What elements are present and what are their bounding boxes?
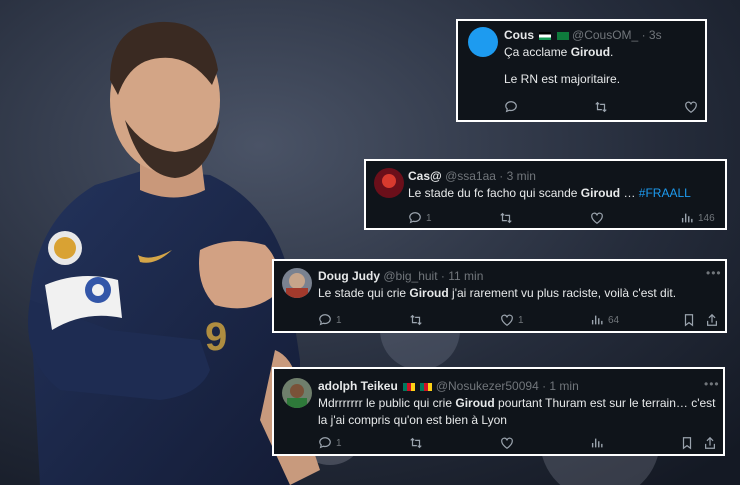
tweet-card-1[interactable]: Cous @CousOM_ · 3s Ça acclame Giroud. Le…	[456, 19, 707, 122]
tweet-card-4[interactable]: adolph Teikeu @Nosukezer50094 · 1 min ••…	[272, 367, 725, 456]
reply-icon	[505, 101, 517, 113]
reply-count: 1	[426, 212, 432, 224]
author-handle[interactable]: @CousOM_	[572, 28, 638, 42]
tweet-text-part: Mdrrrrrrr le public qui crie	[318, 396, 456, 410]
like-icon	[501, 437, 513, 449]
avatar[interactable]	[468, 27, 498, 57]
tweet-text-part: …	[620, 186, 639, 200]
like-count: 1	[518, 314, 524, 326]
tweet-text-part: Ça acclame	[504, 45, 571, 59]
tweet-text-part: j'ai rarement vu plus raciste, voilà c'e…	[448, 286, 677, 300]
views-button[interactable]	[590, 436, 604, 450]
tweet-text-part: pourtant Thuram est sur le terrain… c'es…	[494, 396, 716, 410]
author-handle[interactable]: @Nosukezer50094	[436, 379, 539, 393]
tweet-text: Le stade du fc facho qui scande Giroud ……	[408, 185, 691, 202]
more-options-button[interactable]: •••	[706, 266, 722, 280]
views-count: 146	[698, 212, 715, 224]
highlight-keyword: Giroud	[409, 286, 449, 300]
retweet-button[interactable]	[594, 100, 608, 114]
views-icon	[681, 213, 693, 223]
highlight-keyword: Giroud	[455, 396, 495, 410]
retweet-button[interactable]	[409, 436, 423, 450]
like-button[interactable]: 1	[500, 313, 524, 327]
reply-button[interactable]	[504, 100, 518, 114]
share-button[interactable]	[705, 313, 719, 327]
views-count: 64	[608, 314, 620, 326]
bookmark-button[interactable]	[680, 436, 694, 450]
share-icon	[705, 436, 715, 449]
flag-cameroon-icon	[420, 382, 433, 391]
bookmark-icon	[682, 437, 692, 450]
reply-button[interactable]: 1	[318, 313, 342, 327]
more-options-button[interactable]: •••	[704, 377, 720, 391]
reply-count: 1	[336, 437, 342, 449]
author-name[interactable]: Cous	[504, 28, 534, 42]
more-icon: •••	[704, 377, 720, 391]
retweet-icon	[500, 212, 512, 224]
hashtag-link[interactable]: #FRAALL	[639, 186, 691, 200]
more-icon: •••	[706, 266, 722, 280]
tweet-text-part: Le stade du fc facho qui scande	[408, 186, 581, 200]
avatar[interactable]	[374, 168, 404, 198]
tweet-header: Doug Judy @big_huit · 11 min	[318, 269, 483, 283]
author-handle[interactable]: @big_huit	[383, 269, 437, 283]
retweet-button[interactable]	[499, 211, 513, 225]
tweet-time[interactable]: · 11 min	[441, 269, 483, 283]
reply-button[interactable]: 1	[408, 211, 432, 225]
like-button[interactable]	[590, 211, 604, 225]
views-icon	[591, 315, 603, 325]
tweet-text-part: Le RN est majoritaire.	[504, 72, 621, 86]
tweet-text-part: la j'ai compris qu'on est bien à Lyon	[318, 413, 507, 427]
highlight-keyword: Giroud	[570, 45, 611, 59]
tweet-text: Ça acclame Giroud. Le RN est majoritaire…	[504, 44, 620, 88]
reply-icon	[409, 212, 421, 224]
reply-count: 1	[336, 314, 342, 326]
views-button[interactable]: 146	[680, 211, 715, 225]
tweet-card-2[interactable]: Cas@ @ssa1aa · 3 min Le stade du fc fach…	[364, 159, 727, 230]
author-name[interactable]: Doug Judy	[318, 269, 380, 283]
flag-saudi-icon	[556, 31, 569, 40]
tweet-header: Cous @CousOM_ · 3s	[504, 28, 662, 42]
reply-icon	[319, 437, 331, 449]
tweet-card-3[interactable]: Doug Judy @big_huit · 11 min ••• Le stad…	[272, 259, 727, 333]
like-icon	[685, 101, 697, 113]
share-button[interactable]	[703, 436, 717, 450]
svg-text:9: 9	[205, 315, 227, 359]
tweet-text: Mdrrrrrrr le public qui crie Giroud pour…	[318, 395, 718, 429]
like-icon	[501, 314, 513, 326]
author-handle[interactable]: @ssa1aa	[445, 169, 496, 183]
author-name[interactable]: Cas@	[408, 169, 442, 183]
tweet-time[interactable]: · 3s	[642, 28, 662, 42]
retweet-icon	[595, 101, 607, 113]
tweet-time[interactable]: · 1 min	[542, 379, 579, 393]
tweet-time[interactable]: · 3 min	[499, 169, 536, 183]
views-icon	[591, 438, 603, 448]
retweet-button[interactable]	[409, 313, 423, 327]
flag-palestine-icon	[539, 31, 552, 40]
tweet-header: adolph Teikeu @Nosukezer50094 · 1 min	[318, 379, 579, 393]
share-icon	[707, 313, 717, 326]
tweet-header: Cas@ @ssa1aa · 3 min	[408, 169, 536, 183]
avatar[interactable]	[282, 268, 312, 298]
avatar[interactable]	[282, 378, 312, 408]
tweet-text-part: .	[610, 45, 614, 59]
like-icon	[591, 212, 603, 224]
author-name[interactable]: adolph Teikeu	[318, 379, 398, 393]
bookmark-icon	[684, 314, 694, 327]
retweet-icon	[410, 437, 422, 449]
flag-cameroon-icon	[403, 382, 416, 391]
like-button[interactable]	[500, 436, 514, 450]
like-button[interactable]	[684, 100, 698, 114]
tweet-text: Le stade qui crie Giroud j'ai rarement v…	[318, 285, 676, 302]
retweet-icon	[410, 314, 422, 326]
reply-button[interactable]: 1	[318, 436, 342, 450]
reply-icon	[319, 314, 331, 326]
views-button[interactable]: 64	[590, 313, 619, 327]
tweet-text-part: Le stade qui crie	[318, 286, 410, 300]
bookmark-button[interactable]	[682, 313, 696, 327]
highlight-keyword: Giroud	[580, 186, 621, 200]
